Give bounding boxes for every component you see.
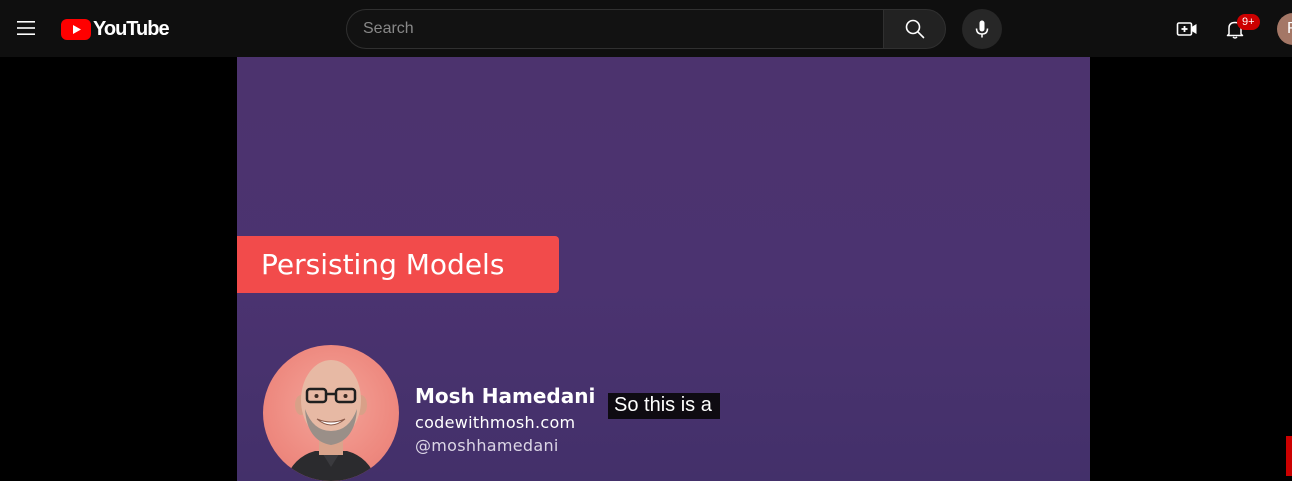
masthead: YouTube 9+ R <box>0 0 1292 57</box>
video-player[interactable]: Persisting Models Mosh Hamedani codewith… <box>237 57 1090 481</box>
youtube-logo-icon <box>61 18 91 40</box>
presenter-website: codewithmosh.com <box>415 413 576 432</box>
presenter-handle: @moshhamedani <box>415 436 559 455</box>
voice-search-button[interactable] <box>962 9 1002 49</box>
hamburger-menu-icon <box>17 21 35 35</box>
closed-caption: So this is a <box>608 393 720 419</box>
search-button[interactable] <box>883 9 946 49</box>
search-input[interactable] <box>346 9 883 49</box>
create-button[interactable] <box>1167 9 1207 49</box>
guide-menu-button[interactable] <box>8 10 44 46</box>
video-title-banner: Persisting Models <box>237 236 559 293</box>
notification-count-badge: 9+ <box>1237 14 1260 30</box>
youtube-home-logo[interactable]: YouTube <box>61 18 170 40</box>
presenter-name: Mosh Hamedani <box>415 384 596 408</box>
logo-wordmark: YouTube <box>93 18 170 40</box>
presenter-portrait-image <box>285 360 377 481</box>
account-avatar[interactable]: R <box>1277 13 1292 45</box>
presenter-photo <box>263 345 399 481</box>
search-icon <box>905 19 924 39</box>
search-box <box>346 9 946 49</box>
video-title-text: Persisting Models <box>261 248 505 281</box>
create-video-icon <box>1176 22 1197 36</box>
microphone-icon <box>975 20 989 38</box>
side-panel-edge[interactable] <box>1286 436 1292 476</box>
notifications-button[interactable]: 9+ <box>1215 9 1260 49</box>
